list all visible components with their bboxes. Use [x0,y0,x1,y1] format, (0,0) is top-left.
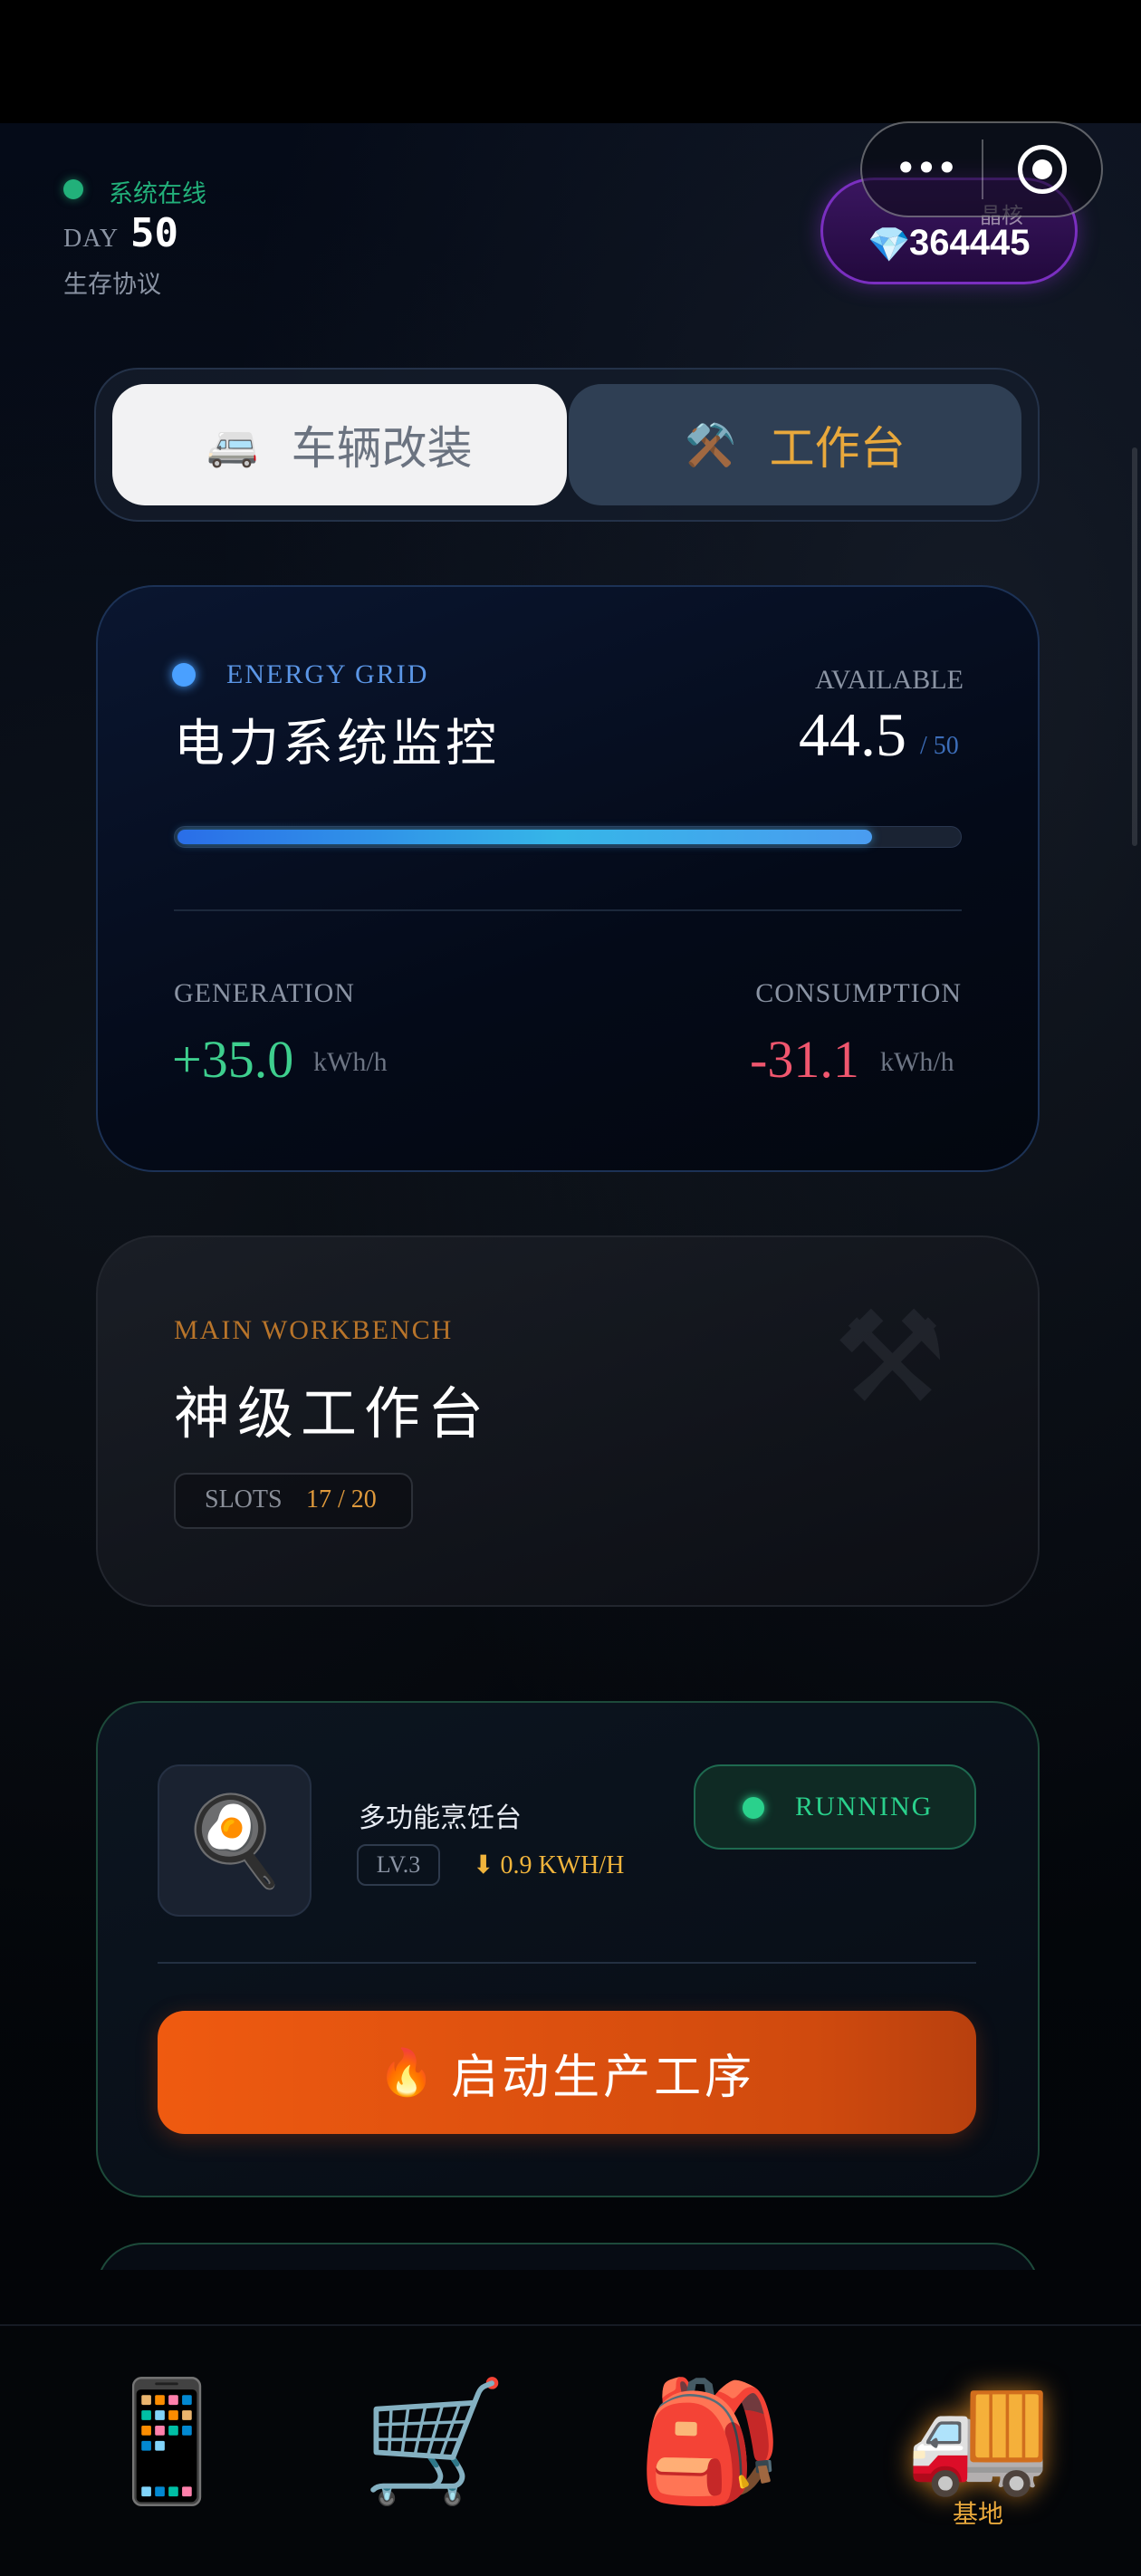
nav-shop[interactable]: 🛒 [353,2364,516,2518]
scroll-indicator[interactable] [1132,447,1137,846]
nav-backpack[interactable]: 🎒 [628,2364,791,2518]
energy-indicator-dot [172,663,196,687]
generation-unit: kWh/h [313,1047,388,1077]
tab-vehicle-mod-label: 车辆改装 [291,422,473,475]
nav-base[interactable]: 🚚 [896,2355,1060,2509]
machine-thumbnail: 🍳 [158,1764,312,1917]
available-label: AVAILABLE [815,665,964,695]
energy-divider [174,909,962,911]
workbench-title: 神级工作台 [174,1380,492,1447]
generation-label: GENERATION [174,978,355,1008]
slots-label: SLOTS [205,1485,283,1514]
nav-phone[interactable]: 📱 [85,2364,248,2518]
online-status-dot [63,179,83,199]
gem-icon: 💎 [868,225,911,264]
machine-name: 多功能烹饪台 [359,1802,522,1834]
status-bar [0,0,1141,123]
start-production-label: 启动生产工序 [451,2050,756,2105]
capsule-divider [982,139,983,199]
slots-value: 17 / 20 [306,1485,377,1514]
gem-balance-value: 364445 [909,223,1031,263]
phone-icon: 📱 [93,2371,240,2510]
tab-vehicle-mod[interactable]: 🚐 车辆改装 [112,384,567,505]
energy-card-title: 电力系统监控 [174,715,500,774]
truck-icon: 🚚 [905,2362,1051,2501]
consumption-value: -31.1 [750,1030,859,1089]
energy-grid-tag: ENERGY GRID [226,659,429,689]
available-max: / 50 [920,732,959,760]
protocol-subtitle: 生存协议 [63,271,161,299]
backpack-icon: 🎒 [637,2371,783,2510]
energy-progress-fill [177,830,872,844]
van-icon: 🚐 [206,419,259,469]
consumption-label: CONSUMPTION [755,978,962,1008]
cart-icon: 🛒 [361,2371,508,2510]
content-fade [0,2270,1141,2324]
day-counter: 50 [130,210,178,256]
day-label: DAY [63,225,120,253]
frying-pan-icon: 🍳 [180,1789,289,1891]
hammer-wrench-icon: ⚒️ [685,419,737,469]
machine-divider [158,1962,976,1964]
available-value: 44.5 [799,700,906,769]
consumption-unit: kWh/h [880,1047,954,1077]
generation-value: +35.0 [172,1030,294,1089]
hammer-wrench-icon: ⚒ [833,1284,947,1432]
tab-workbench[interactable]: ⚒️ 工作台 [569,384,1021,505]
target-icon-center [1032,159,1052,179]
fire-icon: 🔥 [378,2045,436,2099]
power-draw: ⬇ 0.9 KWH/H [473,1851,625,1879]
online-status-text: 系统在线 [109,180,206,208]
tab-workbench-label: 工作台 [769,422,906,475]
start-production-button[interactable]: 🔥 启动生产工序 [158,2011,976,2134]
level-text: LV.3 [376,1851,421,1878]
status-text: RUNNING [795,1792,934,1821]
nav-base-label: 基地 [952,2499,1003,2529]
more-dots-icon[interactable]: ••• [889,141,962,196]
running-status-dot [743,1797,764,1819]
workbench-tag: MAIN WORKBENCH [174,1315,454,1345]
